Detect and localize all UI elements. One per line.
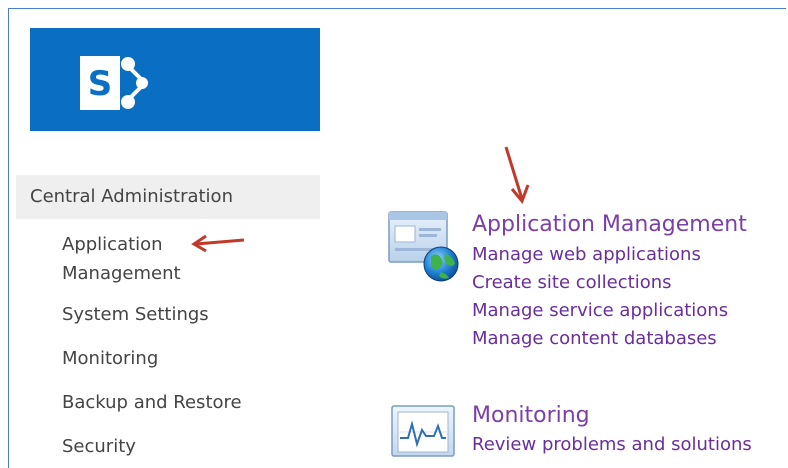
- sidebar-item-system-settings[interactable]: System Settings: [62, 300, 209, 329]
- section-title-monitoring[interactable]: Monitoring: [472, 403, 590, 428]
- sidebar-header-central-administration[interactable]: Central Administration: [16, 175, 320, 219]
- globe-window-icon: [385, 210, 465, 294]
- sharepoint-logo-icon: S: [80, 56, 148, 110]
- section-title-application-management[interactable]: Application Management: [472, 212, 747, 237]
- annotation-arrow-left: [191, 234, 245, 253]
- link-manage-service-applications[interactable]: Manage service applications: [472, 300, 728, 321]
- link-review-problems-and-solutions[interactable]: Review problems and solutions: [472, 434, 752, 455]
- sidebar-item-security[interactable]: Security: [62, 432, 136, 461]
- sharepoint-logo[interactable]: S: [30, 28, 320, 131]
- logo-letter: S: [88, 64, 113, 104]
- sidebar-item-application-management[interactable]: Application Management: [62, 230, 202, 288]
- link-manage-web-applications[interactable]: Manage web applications: [472, 244, 701, 265]
- monitoring-chart-icon: [390, 404, 458, 464]
- sidebar-item-backup-and-restore[interactable]: Backup and Restore: [62, 388, 242, 417]
- link-create-site-collections[interactable]: Create site collections: [472, 272, 672, 293]
- sidebar-item-monitoring[interactable]: Monitoring: [62, 344, 158, 373]
- link-manage-content-databases[interactable]: Manage content databases: [472, 328, 717, 349]
- annotation-arrow-down: [504, 146, 530, 204]
